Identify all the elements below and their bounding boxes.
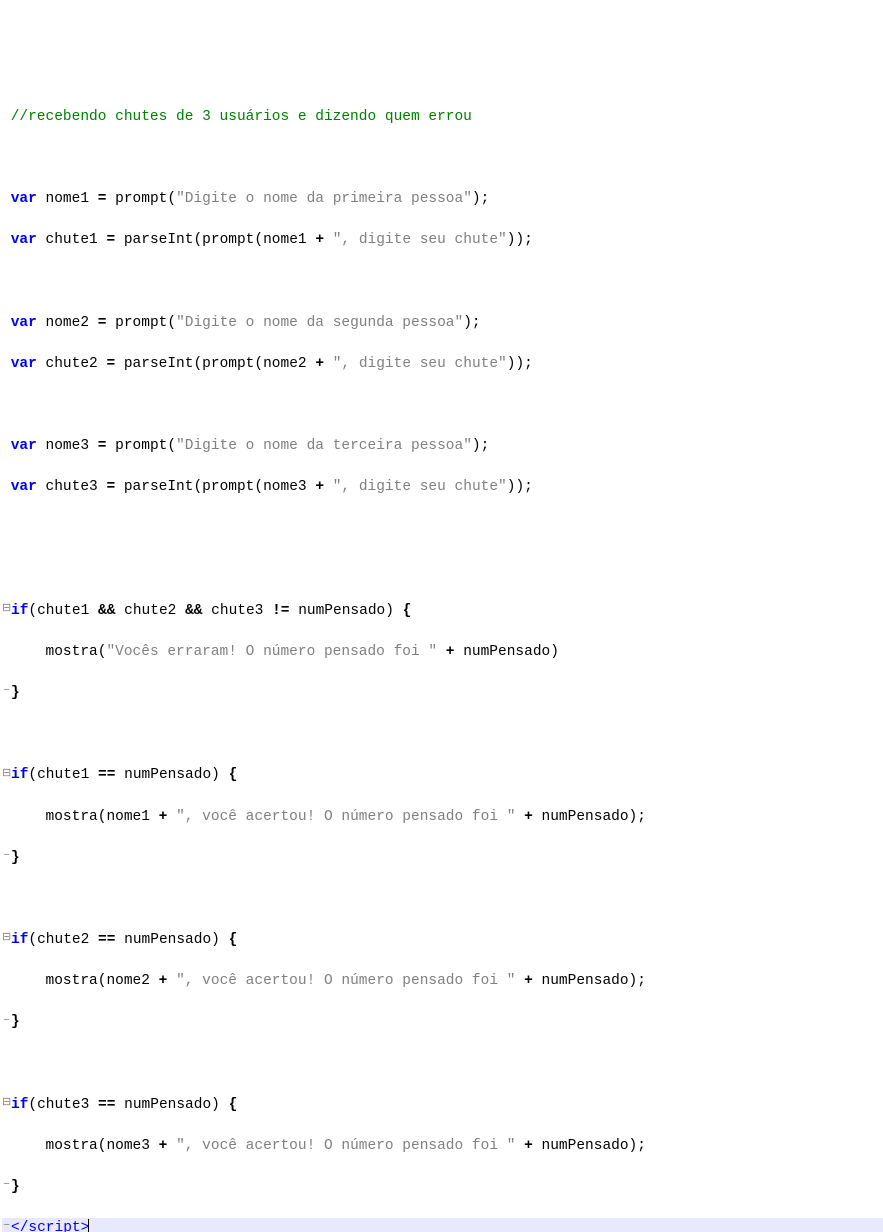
fold-open-icon[interactable]: ⊟ (2, 1096, 11, 1112)
blank-line (2, 518, 883, 539)
keyword-if: if (11, 767, 28, 783)
keyword-var: var (11, 479, 37, 495)
code-line: var chute2 = parseInt(prompt(nome2 + ", … (2, 354, 883, 375)
code-line: //recebendo chutes de 3 usuários e dizen… (2, 107, 883, 128)
blank-line (2, 889, 883, 910)
fold-end-line: −} (2, 683, 883, 704)
fold-line: ⊟if(chute1 == numPensado) { (2, 765, 883, 786)
tag-open: </ (11, 1220, 28, 1232)
code-line: mostra(nome1 + ", você acertou! O número… (2, 807, 883, 828)
fold-open-icon[interactable]: ⊟ (2, 931, 11, 947)
fold-end-line: −} (2, 1177, 883, 1198)
code-line: var chute3 = parseInt(prompt(nome3 + ", … (2, 477, 883, 498)
keyword-var: var (11, 191, 37, 207)
blank-line (2, 148, 883, 169)
comment: //recebendo chutes de 3 usuários e dizen… (11, 109, 472, 125)
blank-line (2, 395, 883, 416)
code-line: var nome2 = prompt("Digite o nome da seg… (2, 313, 883, 334)
code-line: var chute1 = parseInt(prompt(nome1 + ", … (2, 230, 883, 251)
fold-end-icon: − (2, 1014, 11, 1030)
code-line: mostra(nome3 + ", você acertou! O número… (2, 1136, 883, 1157)
text-cursor (88, 1219, 89, 1232)
keyword-var: var (11, 356, 37, 372)
blank-line (2, 724, 883, 745)
tag-name: script (28, 1220, 80, 1232)
current-line: −</script> (2, 1218, 883, 1232)
fold-end-line: −} (2, 1012, 883, 1033)
blank-line (2, 1053, 883, 1074)
code-line: mostra("Vocês erraram! O número pensado … (2, 642, 883, 663)
code-line: mostra(nome2 + ", você acertou! O número… (2, 971, 883, 992)
keyword-var: var (11, 315, 37, 331)
keyword-var: var (11, 438, 37, 454)
fold-end-icon: − (2, 1219, 11, 1232)
fold-end-line: −} (2, 848, 883, 869)
fold-line: ⊟if(chute2 == numPensado) { (2, 930, 883, 951)
fold-end-icon: − (2, 1178, 11, 1194)
fold-open-icon[interactable]: ⊟ (2, 767, 11, 783)
code-editor: //recebendo chutes de 3 usuários e dizen… (2, 86, 883, 1232)
fold-line: ⊟if(chute3 == numPensado) { (2, 1095, 883, 1116)
keyword-if: if (11, 932, 28, 948)
code-line: var nome1 = prompt("Digite o nome da pri… (2, 189, 883, 210)
blank-line (2, 272, 883, 293)
keyword-if: if (11, 1097, 28, 1113)
fold-end-icon: − (2, 684, 11, 700)
fold-line: ⊟if(chute1 && chute2 && chute3 != numPen… (2, 601, 883, 622)
keyword-var: var (11, 232, 37, 248)
keyword-if: if (11, 603, 28, 619)
fold-end-icon: − (2, 849, 11, 865)
code-line: var nome3 = prompt("Digite o nome da ter… (2, 436, 883, 457)
blank-line (2, 560, 883, 581)
fold-open-icon[interactable]: ⊟ (2, 602, 11, 618)
